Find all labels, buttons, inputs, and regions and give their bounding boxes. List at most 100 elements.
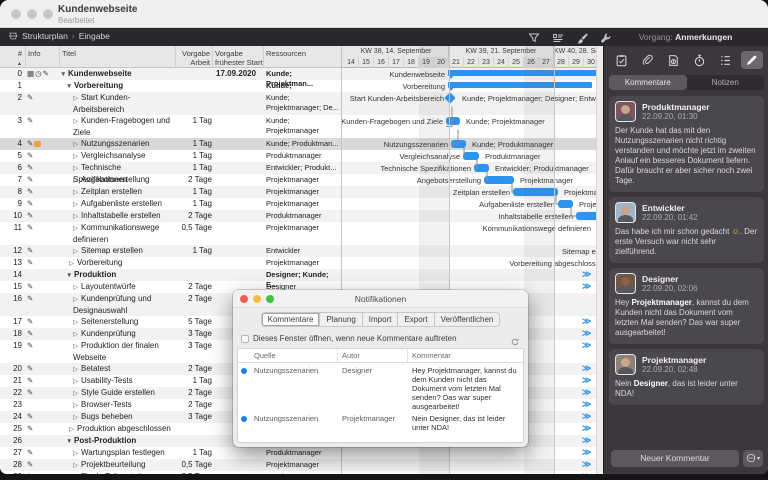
task-title[interactable]: ▷Wartungsplan festlegen	[73, 448, 176, 460]
task-title[interactable]: ▷Start Kunden-Arbeitsbereich	[73, 93, 176, 115]
task-title[interactable]: ▷Kommunikationswege definieren	[73, 223, 176, 245]
task-title[interactable]: ▷Kundenprüfung und Designauswahl	[73, 294, 176, 316]
gantt-bar[interactable]	[446, 117, 460, 125]
disclosure-collapsed-icon[interactable]: ▷	[73, 164, 81, 175]
task-title[interactable]: ▷Kundenprüfung	[73, 329, 176, 341]
disclosure-expanded-icon[interactable]: ▼	[60, 70, 68, 81]
outline-icon[interactable]	[715, 51, 737, 69]
open-on-new-comments-checkbox[interactable]	[241, 335, 249, 343]
finance-icon[interactable]	[662, 51, 684, 69]
comment-icon[interactable]	[34, 141, 41, 147]
zoom-window-icon[interactable]	[43, 9, 53, 19]
gantt-overflow-icon[interactable]: ≫	[582, 340, 589, 351]
disclosure-collapsed-icon[interactable]: ▷	[73, 140, 81, 151]
notification-row[interactable]: Nutzungsszenarien Projektmanager Nein De…	[238, 411, 523, 432]
table-row[interactable]: 5✎▷Vergleichsanalyse1 TagProduktmanager	[0, 150, 341, 162]
gantt-overflow-icon[interactable]: ≫	[582, 269, 589, 280]
time-icon[interactable]	[689, 51, 711, 69]
task-title[interactable]: ▷Zeitplan erstellen	[73, 187, 176, 199]
column-header-title[interactable]: Titel	[60, 46, 176, 68]
disclosure-collapsed-icon[interactable]: ▷	[73, 365, 81, 376]
notif-zoom-icon[interactable]	[266, 295, 274, 303]
notif-tab-kommentare[interactable]: Kommentare	[261, 312, 321, 327]
gantt-row[interactable]: ≫	[342, 459, 596, 471]
notifications-titlebar[interactable]: Notifikationen	[233, 290, 528, 308]
disclosure-collapsed-icon[interactable]: ▷	[73, 377, 81, 388]
disclosure-collapsed-icon[interactable]: ▷	[73, 318, 81, 329]
notif-column-quelle[interactable]: Quelle	[250, 349, 338, 362]
attachment-icon[interactable]	[636, 51, 658, 69]
gantt-row[interactable]: ≫	[342, 471, 596, 474]
notif-tab-veröffentlichen[interactable]: Veröffentlichen	[435, 312, 501, 327]
gantt-row[interactable]: VergleichsanalyseProduktmanager	[342, 150, 596, 162]
column-header-num[interactable]: #▲	[0, 46, 26, 68]
column-header-start[interactable]: Vorgabe frühester Start	[213, 46, 264, 68]
gantt-row[interactable]: Start Kunden-ArbeitsbereichKunde; Projek…	[342, 92, 596, 115]
column-header-resources[interactable]: Ressourcen	[264, 46, 341, 68]
notif-tab-import[interactable]: Import	[363, 312, 399, 327]
gantt-row[interactable]: ≫	[342, 269, 596, 281]
gantt-bar[interactable]	[513, 188, 558, 196]
notif-tab-planung[interactable]: Planung	[320, 312, 362, 327]
gantt-row[interactable]: Kommunikationswege definieren	[342, 222, 596, 245]
disclosure-collapsed-icon[interactable]: ▷	[73, 330, 81, 341]
gantt-row[interactable]: Vorbereitung	[342, 80, 596, 92]
gantt-row[interactable]: Kunden-Fragebogen und ZieleKunde; Projek…	[342, 115, 596, 138]
gantt-overflow-icon[interactable]: ≫	[582, 423, 589, 434]
gantt-overflow-icon[interactable]: ≫	[582, 363, 589, 374]
gantt-overflow-icon[interactable]: ≫	[582, 471, 589, 474]
disclosure-collapsed-icon[interactable]: ▷	[73, 94, 81, 105]
disclosure-collapsed-icon[interactable]: ▷	[73, 247, 81, 258]
gantt-overflow-icon[interactable]: ≫	[582, 328, 589, 339]
gantt-overflow-icon[interactable]: ≫	[582, 316, 589, 327]
gantt-row[interactable]: Kundenwebseite	[342, 68, 596, 80]
task-title[interactable]: ▷Bugs beheben	[73, 412, 176, 424]
disclosure-collapsed-icon[interactable]: ▷	[73, 188, 81, 199]
gantt-overflow-icon[interactable]: ≫	[582, 447, 589, 458]
task-title[interactable]: ▷Angebotserstellung	[73, 175, 176, 187]
gantt-bar[interactable]	[463, 152, 479, 160]
new-comment-button[interactable]: Neuer Kommentar	[611, 450, 739, 467]
gantt-row[interactable]: Technische SpezifikationenEntwickler; Pr…	[342, 162, 596, 174]
gantt-row[interactable]: NutzungsszenarienKunde; Produktmanager	[342, 138, 596, 150]
gantt-overflow-icon[interactable]: ≫	[582, 281, 589, 292]
task-title[interactable]: ▷Usability-Tests	[73, 376, 176, 388]
comment-card[interactable]: Produktmanager 22.09.20, 01:30 Der Kunde…	[609, 96, 764, 192]
gantt-bar[interactable]	[576, 212, 596, 220]
breadcrumb-root[interactable]: Strukturplan	[22, 31, 68, 41]
task-title[interactable]: ▼Vorbereitung	[66, 81, 176, 93]
gantt-row[interactable]: AngebotserstellungProjektmanager	[342, 174, 596, 186]
checklist-icon[interactable]	[610, 51, 632, 69]
notif-minimize-icon[interactable]	[253, 295, 261, 303]
gantt-row[interactable]: Inhaltstabelle erstellen	[342, 210, 596, 222]
task-title[interactable]: ▷Seitenerstellung	[73, 317, 176, 329]
disclosure-collapsed-icon[interactable]: ▷	[73, 117, 81, 128]
gantt-bar[interactable]	[558, 200, 573, 208]
table-row[interactable]: 14▼ProduktionDesigner; Kunde; E...	[0, 269, 341, 281]
comment-card[interactable]: Entwickler 22.09.20, 01:42 Das habe ich …	[609, 197, 764, 263]
task-title[interactable]: ▷Inhaltstabelle erstellen	[73, 211, 176, 223]
breadcrumb[interactable]: Strukturplan › Eingabe	[8, 31, 110, 41]
minimize-window-icon[interactable]	[27, 9, 37, 19]
gantt-bar[interactable]	[474, 164, 489, 172]
disclosure-collapsed-icon[interactable]: ▷	[69, 259, 77, 270]
task-title[interactable]: ▼Kundenwebseite	[60, 69, 176, 81]
disclosure-collapsed-icon[interactable]: ▷	[73, 389, 81, 400]
notif-close-icon[interactable]	[240, 295, 248, 303]
table-row[interactable]: 13✎▷Vorbereitung abgeschlossenProjektman…	[0, 257, 341, 269]
task-title[interactable]: ▼Post-Produktion	[66, 436, 176, 448]
task-title[interactable]: ▼Produktion	[66, 270, 176, 282]
gantt-overflow-icon[interactable]: ≫	[582, 387, 589, 398]
task-title[interactable]: ▷Kunden-Fragebogen und Ziele	[73, 116, 176, 138]
table-row[interactable]: 11✎▷Kommunikationswege definieren0,5 Tag…	[0, 222, 341, 245]
comment-card[interactable]: Designer 22.09.20, 02:06 Hey Projektmana…	[609, 268, 764, 344]
task-title[interactable]: ▷Layoutentwürfe	[73, 282, 176, 294]
gantt-bar[interactable]	[448, 70, 596, 76]
task-title[interactable]: ▷Projektbeurteilung	[73, 460, 176, 472]
disclosure-collapsed-icon[interactable]: ▷	[73, 200, 81, 211]
task-title[interactable]: ▷Finale Präsentation	[73, 472, 176, 474]
task-title[interactable]: ▷Style Guide erstellen	[73, 388, 176, 400]
gantt-overflow-icon[interactable]: ≫	[582, 411, 589, 422]
gantt-overflow-icon[interactable]: ≫	[582, 459, 589, 470]
disclosure-collapsed-icon[interactable]: ▷	[73, 461, 81, 472]
